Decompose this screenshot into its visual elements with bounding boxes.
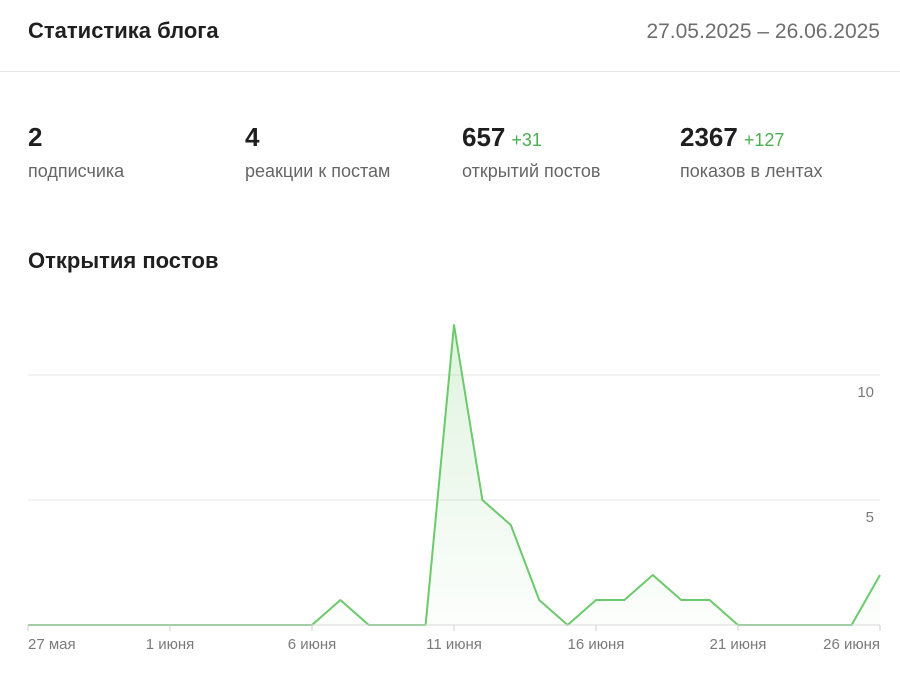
- data-point[interactable]: [536, 597, 542, 603]
- data-point[interactable]: [877, 572, 883, 578]
- data-point[interactable]: [451, 322, 457, 328]
- data-point[interactable]: [621, 597, 627, 603]
- x-tick-label: 1 июня: [146, 636, 195, 653]
- data-point[interactable]: [508, 522, 514, 528]
- data-point[interactable]: [593, 597, 599, 603]
- data-point[interactable]: [337, 597, 343, 603]
- data-point[interactable]: [678, 597, 684, 603]
- x-tick-label: 6 июня: [288, 636, 337, 653]
- data-point[interactable]: [707, 597, 713, 603]
- x-tick-label: 11 июня: [426, 636, 482, 653]
- series-area: [28, 325, 880, 625]
- y-tick-label: 10: [857, 384, 874, 401]
- post-opens-chart: 5 10 27 мая 1 июня 6 июня 11 июня 16 июня 21 ию…: [27, 322, 883, 653]
- x-tick-label: 27 мая: [28, 636, 76, 653]
- x-tick-label: 21 июня: [710, 636, 767, 653]
- data-point[interactable]: [479, 497, 485, 503]
- y-tick-label: 5: [866, 509, 874, 526]
- data-point[interactable]: [650, 572, 656, 578]
- x-tick-label: 16 июня: [568, 636, 625, 653]
- x-tick-label: 26 июня: [823, 636, 880, 653]
